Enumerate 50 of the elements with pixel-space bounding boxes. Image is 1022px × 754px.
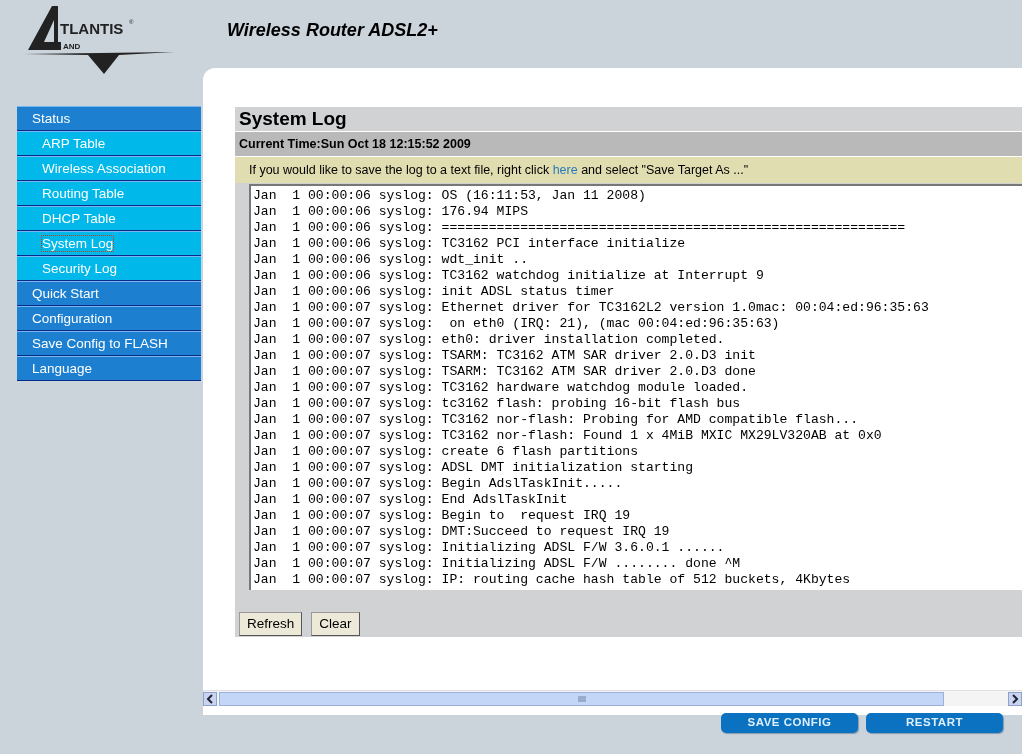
log-line: Jan 1 00:00:07 syslog: Initializing ADSL F/W 3.6.0.1 ...... bbox=[253, 540, 726, 556]
log-line: Jan 1 00:00:06 syslog: =========================================================== bbox=[253, 220, 907, 236]
sidebar-item[interactable]: DHCP Table bbox=[17, 206, 201, 231]
log-line: Jan 1 00:00:07 syslog: TC3162 nor-flash: Found 1 x 4MiB MXIC MX29LV320AB at 0x0 bbox=[253, 428, 883, 444]
sidebar-item[interactable]: Routing Table bbox=[17, 181, 201, 206]
log-line: Jan 1 00:00:07 syslog: Begin AdslTaskInit..... bbox=[253, 476, 624, 492]
page-title: System Log bbox=[235, 107, 1022, 131]
here-link[interactable]: here bbox=[552, 163, 578, 177]
log-line: Jan 1 00:00:07 syslog: create 6 flash partitions bbox=[253, 444, 640, 460]
scroll-thumb[interactable] bbox=[219, 691, 944, 706]
sidebar-item[interactable]: Security Log bbox=[17, 256, 201, 281]
notice-text: If you would like to save the log to a text file, right click here and select "Save Target As ..." bbox=[249, 163, 749, 177]
sidebar-item[interactable]: System Log bbox=[17, 231, 201, 256]
horizontal-scrollbar[interactable] bbox=[203, 690, 1022, 706]
log-line: Jan 1 00:00:07 syslog: End AdslTaskInit bbox=[253, 492, 569, 508]
log-line: Jan 1 00:00:06 syslog: init ADSL status timer bbox=[253, 284, 616, 300]
footer-button[interactable]: RESTART bbox=[866, 713, 1003, 733]
log-line: Jan 1 00:00:06 syslog: 176.94 MIPS bbox=[253, 204, 529, 220]
sidebar-item[interactable]: Wireless Association bbox=[17, 156, 201, 181]
log-line: Jan 1 00:00:06 syslog: TC3162 watchdog initialize at Interrupt 9 bbox=[253, 268, 765, 284]
sidebar-item[interactable]: Save Config to FLASH bbox=[17, 331, 201, 356]
log-line: Jan 1 00:00:07 syslog: ADSL DMT initialization starting bbox=[253, 460, 695, 476]
current-time: Current Time:Sun Oct 18 12:15:52 2009 bbox=[235, 131, 1022, 156]
log-line: Jan 1 00:00:07 syslog: tc3162 flash: probing 16-bit flash bus bbox=[253, 396, 742, 412]
log-line: Jan 1 00:00:06 syslog: TC3162 PCI interface initialize bbox=[253, 236, 687, 252]
scroll-right-icon[interactable] bbox=[1008, 691, 1022, 706]
log-line: Jan 1 00:00:07 syslog: Begin to request IRQ 19 bbox=[253, 508, 632, 524]
log-line: Jan 1 00:00:06 syslog: wdt_init .. bbox=[253, 252, 529, 268]
header-title: Wireless Router ADSL2+ bbox=[226, 19, 438, 42]
log-line: Jan 1 00:00:06 syslog: OS (16:11:53, Jan 11 2008) bbox=[253, 188, 647, 204]
log-line: Jan 1 00:00:07 syslog: Ethernet driver for TC3162L2 version 1.0mac: 00:04:ed:96:35:63 bbox=[253, 300, 930, 316]
log-line: Jan 1 00:00:07 syslog: TSARM: TC3162 ATM SAR driver 2.0.D3 init bbox=[253, 348, 757, 364]
log-line: Jan 1 00:00:07 syslog: eth0: driver installation completed. bbox=[253, 332, 726, 348]
scroll-left-icon[interactable] bbox=[203, 691, 217, 706]
sidebar-item[interactable]: Quick Start bbox=[17, 281, 201, 306]
action-button[interactable]: Refresh bbox=[239, 612, 303, 636]
log-line: Jan 1 00:00:07 syslog: IP: routing cache hash table of 512 buckets, 4Kbytes bbox=[253, 572, 852, 588]
sidebar-item[interactable]: Configuration bbox=[17, 306, 201, 331]
sidebar-item[interactable]: Status bbox=[17, 106, 201, 131]
log-textarea[interactable] bbox=[249, 184, 1022, 590]
log-line: Jan 1 00:00:07 syslog: on eth0 (IRQ: 21), (mac 00:04:ed:96:35:63) bbox=[253, 316, 781, 332]
log-line: Jan 1 00:00:07 syslog: TC3162 hardware watchdog module loaded. bbox=[253, 380, 750, 396]
action-button[interactable]: Clear bbox=[311, 612, 360, 636]
log-line: Jan 1 00:00:07 syslog: TSARM: TC3162 ATM SAR driver 2.0.D3 done bbox=[253, 364, 757, 380]
sidebar-item[interactable]: ARP Table bbox=[17, 131, 201, 156]
footer-button[interactable]: SAVE CONFIG bbox=[721, 713, 858, 733]
log-line: Jan 1 00:00:07 syslog: TC3162 nor-flash: Probing for AMD compatible flash... bbox=[253, 412, 860, 428]
log-line: Jan 1 00:00:07 syslog: DMT:Succeed to request IRQ 19 bbox=[253, 524, 671, 540]
log-line: Jan 1 00:00:07 syslog: Initializing ADSL F/W ........ done ^M bbox=[253, 556, 742, 572]
sidebar-item[interactable]: Language bbox=[17, 356, 201, 381]
